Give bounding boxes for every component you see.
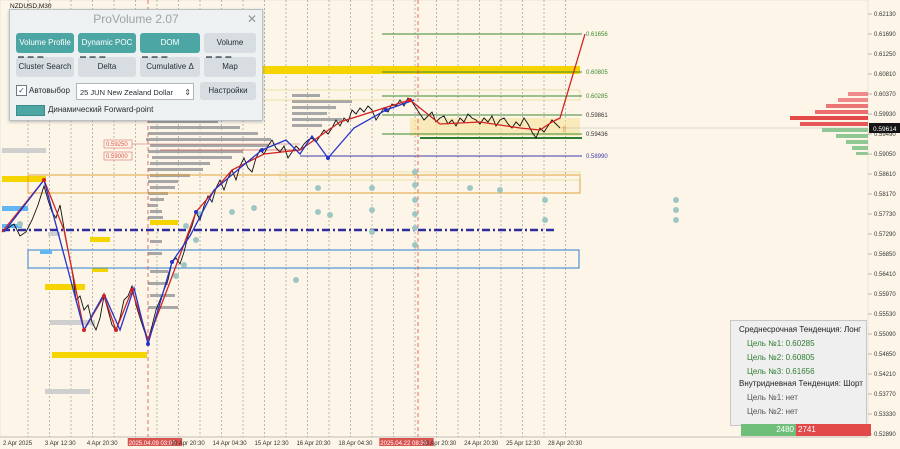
- level-label-1: 0.61656: [586, 32, 608, 38]
- time-tick-label: 16 Apr 20:30: [296, 441, 331, 447]
- time-tick-label: 18 Apr 04:30: [338, 441, 373, 447]
- provolume-panel[interactable]: ProVolume 2.07 ✕ Volume Profile Dynamic …: [9, 9, 263, 121]
- panel-title: ProVolume 2.07: [93, 12, 179, 26]
- delta-marks: ▬ ▬ ▬: [80, 54, 107, 60]
- time-axis: 2 Apr 2025 3 Apr 12:30 4 Apr 20:30 2025.04.…: [3, 438, 583, 447]
- auto-select-checkbox[interactable]: ✓: [16, 85, 27, 96]
- price-tick-label: 0.60810: [874, 72, 896, 78]
- dom-label: DOM: [160, 38, 180, 47]
- price-tick-label: 0.61690: [874, 32, 896, 38]
- delta-button[interactable]: ▬ ▬ ▬ Delta: [78, 54, 136, 77]
- price-tick-label: 0.58170: [874, 192, 896, 198]
- instrument-select[interactable]: 25 JUN New Zealand Dollar ⇕: [76, 83, 194, 100]
- time-tick-label: 28 Apr 20:30: [548, 441, 583, 447]
- price-tick-label: 0.56850: [874, 252, 896, 258]
- chevron-updown-icon: ⇕: [184, 88, 191, 97]
- intra-target-2: Цель №2: нет: [747, 407, 798, 416]
- mid-target-2: Цель №2: 0.60805: [747, 353, 815, 362]
- price-tick-label: 0.55090: [874, 332, 896, 338]
- time-tick-label: 4 Apr 20:30: [87, 441, 118, 447]
- close-icon[interactable]: ✕: [247, 12, 257, 26]
- instrument-value: 25 JUN New Zealand Dollar: [80, 88, 173, 97]
- price-tick-label: 0.53770: [874, 392, 896, 398]
- price-tick-label: 0.58610: [874, 172, 896, 178]
- cumulative-delta-button[interactable]: ▬ ▬ ▬ Cumulative Δ: [140, 54, 200, 77]
- buy-count: 2480: [741, 424, 796, 436]
- level-label-6: 0.58990: [586, 154, 608, 160]
- trend-info-box: Среднесрочная Тенденция: Лонг Цель №1: 0…: [730, 320, 867, 426]
- price-tick-label: 0.56410: [874, 272, 896, 278]
- level-label-5: 0.59436: [586, 132, 608, 138]
- time-tick-label: 15 Apr 12:30: [255, 441, 290, 447]
- level-label-3: 0.60285: [586, 94, 608, 100]
- price-tick-label: 0.55530: [874, 312, 896, 318]
- price-tick-label: 0.55970: [874, 292, 896, 298]
- time-tick-label: 24 Apr 20:30: [464, 441, 499, 447]
- map-marks: ▬ ▬ ▬: [206, 54, 233, 60]
- time-tick-label: 14 Apr 04:30: [213, 441, 248, 447]
- mid-trend-title: Среднесрочная Тенденция: Лонг: [739, 325, 862, 334]
- price-axis: 0.62130 0.61690 0.61250 0.60810 0.60370 0.599…: [868, 12, 896, 438]
- map-button[interactable]: ▬ ▬ ▬ Map: [204, 54, 256, 77]
- time-tick-label: 2 Apr 2025: [3, 441, 33, 447]
- price-tick-label: 0.60370: [874, 92, 896, 98]
- price-tick-label: 0.53330: [874, 412, 896, 418]
- sell-count: 2741: [796, 424, 871, 436]
- mid-target-3: Цель №3: 0.61656: [747, 367, 815, 376]
- level-label-7: 0.59250: [106, 142, 128, 148]
- forward-point-label: Динамический Forward-point: [48, 105, 154, 114]
- level-label-8: 0.59000: [106, 154, 128, 160]
- cluster-search-marks: ▬ ▬ ▬: [18, 54, 45, 60]
- cumulative-delta-marks: ▬ ▬ ▬: [142, 54, 169, 60]
- forward-point-toggle[interactable]: [16, 105, 45, 116]
- time-tick-label: 23 Apr 20:30: [422, 441, 457, 447]
- intraday-trend-title: Внутридневная Тенденция: Шорт: [739, 379, 863, 388]
- auto-select-label: Автовыбор: [29, 86, 70, 95]
- time-tick-label: 10 Apr 20:30: [171, 441, 206, 447]
- settings-label: Настройки: [208, 86, 248, 95]
- fractal-marker: ⇧: [561, 125, 568, 134]
- level-label-4: 0.59861: [586, 113, 608, 119]
- level-label-2: 0.60805: [586, 70, 608, 76]
- price-tick-label: 0.57730: [874, 212, 896, 218]
- price-tick-label: 0.54210: [874, 372, 896, 378]
- time-tick-label: 25 Apr 12:30: [506, 441, 541, 447]
- time-tick-label: 3 Apr 12:30: [45, 441, 76, 447]
- time-tick-label: 2025.04.09 03:00: [129, 441, 176, 447]
- price-tick-label: 0.52890: [874, 432, 896, 438]
- settings-button[interactable]: Настройки: [200, 82, 256, 100]
- volume-profile-label: Volume Profile: [19, 38, 71, 47]
- cluster-search-button[interactable]: ▬ ▬ ▬ Cluster Search: [16, 54, 74, 77]
- current-price-tag: 0.59614: [873, 126, 897, 133]
- intra-target-1: Цель №1: нет: [747, 393, 798, 402]
- price-tick-label: 0.54650: [874, 352, 896, 358]
- price-tick-label: 0.57290: [874, 232, 896, 238]
- price-tick-label: 0.61250: [874, 52, 896, 58]
- volume-label: Volume: [216, 38, 244, 47]
- price-tick-label: 0.59050: [874, 152, 896, 158]
- dynamic-poc-label: Dynamic POC: [81, 38, 133, 47]
- buy-sell-counter: 2480 2741: [741, 424, 871, 436]
- time-tick-label: 2025.04.22 08:30: [380, 441, 427, 447]
- price-tick-label: 0.59930: [874, 112, 896, 118]
- price-tick-label: 0.62130: [874, 12, 896, 18]
- mid-target-1: Цель №1: 0.60285: [747, 339, 815, 348]
